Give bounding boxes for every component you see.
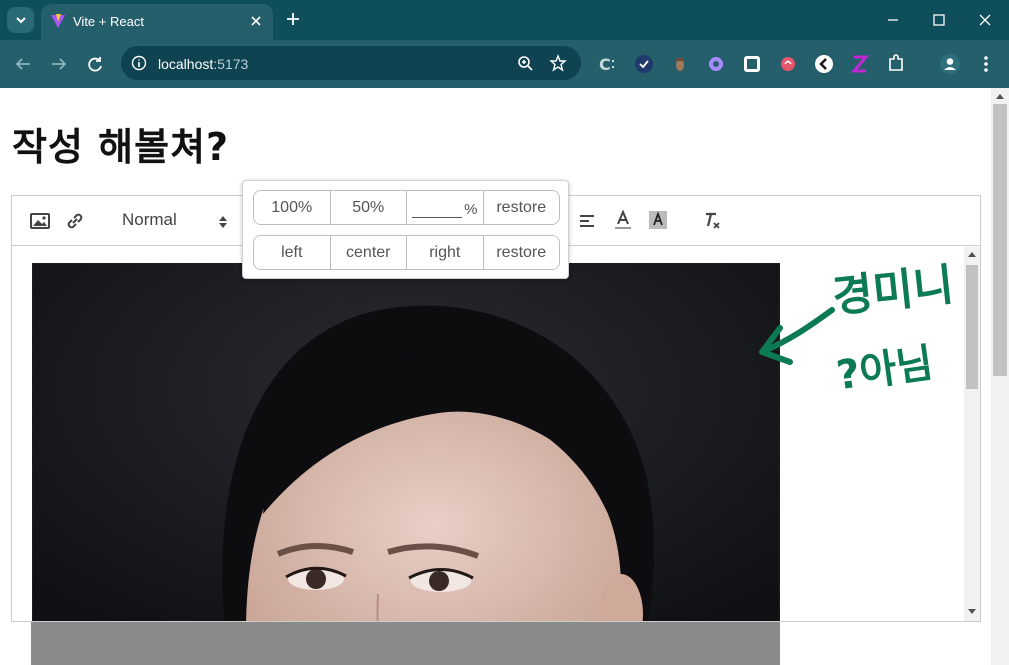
profile-avatar-icon[interactable] (939, 53, 961, 75)
image-resize-popover: 100% 50% % restore left center right res… (242, 180, 569, 279)
window-close-icon[interactable] (975, 10, 995, 30)
image-icon[interactable] (28, 209, 52, 233)
zoom-icon[interactable] (517, 55, 534, 72)
extension-c-icon[interactable]: C (597, 53, 619, 75)
background-color-icon[interactable] (646, 208, 670, 232)
new-tab-icon[interactable] (283, 9, 303, 29)
align-restore-button[interactable]: restore (483, 236, 559, 269)
extension-s-icon[interactable] (849, 53, 871, 75)
extension-check-icon[interactable] (633, 53, 655, 75)
site-info-icon[interactable] (131, 55, 147, 71)
tab-title: Vite + React (73, 14, 144, 29)
link-icon[interactable] (63, 209, 87, 233)
forward-icon[interactable] (48, 53, 70, 75)
extension-back-circle-icon[interactable] (813, 53, 835, 75)
annotation-line1: 경미니 (830, 259, 956, 322)
align-right-button[interactable]: right (407, 236, 484, 269)
annotation-line2: ?아님 (834, 340, 936, 398)
handwritten-annotation: 경미니 ?아님 (759, 259, 956, 398)
maximize-icon[interactable] (929, 10, 949, 30)
extension-rose-icon[interactable] (777, 53, 799, 75)
extension-window-icon[interactable] (741, 53, 763, 75)
page-scroll-thumb[interactable] (993, 104, 1007, 376)
text-color-icon[interactable] (611, 208, 635, 232)
percent-unit-label: % (464, 201, 478, 218)
caret-updown-icon (219, 216, 227, 228)
back-icon[interactable] (12, 53, 34, 75)
scroll-down-arrow-icon[interactable] (968, 609, 976, 615)
align-left-icon[interactable] (576, 209, 600, 233)
size-percent-input[interactable] (412, 200, 463, 218)
tab-search-button[interactable] (7, 7, 34, 33)
reload-icon[interactable] (84, 53, 106, 75)
url-text: localhost:5173 (158, 56, 249, 72)
address-bar[interactable]: localhost:5173 (121, 46, 581, 80)
size-percent-field: % (407, 191, 484, 224)
chrome-menu-icon[interactable] (975, 53, 997, 75)
page-scrollbar[interactable] (991, 88, 1009, 665)
align-center-button[interactable]: center (330, 236, 407, 269)
size-restore-button[interactable]: restore (483, 191, 559, 224)
close-icon[interactable] (249, 14, 263, 28)
image-overflow-overlay (31, 622, 780, 665)
browser-toolbar: localhost:5173 C (0, 40, 1009, 88)
align-button-group: left center right restore (253, 235, 560, 270)
chevron-down-icon (15, 17, 26, 24)
vite-logo-icon (51, 14, 65, 28)
selected-image[interactable] (32, 263, 780, 621)
svg-text:C: C (599, 55, 611, 74)
size-50-button[interactable]: 50% (330, 191, 407, 224)
page-title: 작성 해볼쳐? (12, 125, 230, 169)
scroll-up-arrow-icon[interactable] (996, 93, 1004, 99)
minimize-icon[interactable] (883, 10, 903, 30)
clear-format-icon[interactable] (700, 209, 724, 233)
header-picker[interactable]: Normal (122, 210, 232, 234)
extension-acorn-icon[interactable] (669, 53, 691, 75)
extensions-puzzle-icon[interactable] (885, 53, 907, 75)
browser-tab[interactable]: Vite + React (41, 4, 273, 40)
align-left-button[interactable]: left (254, 236, 331, 269)
annotation-arrow (759, 307, 835, 365)
size-button-group: 100% 50% % restore (253, 190, 560, 225)
header-picker-label: Normal (122, 210, 177, 229)
portrait-photo (33, 264, 779, 621)
extension-gear-icon[interactable] (705, 53, 727, 75)
bookmark-star-icon[interactable] (549, 54, 567, 72)
size-100-button[interactable]: 100% (254, 191, 331, 224)
browser-tab-bar: Vite + React (0, 0, 1009, 40)
